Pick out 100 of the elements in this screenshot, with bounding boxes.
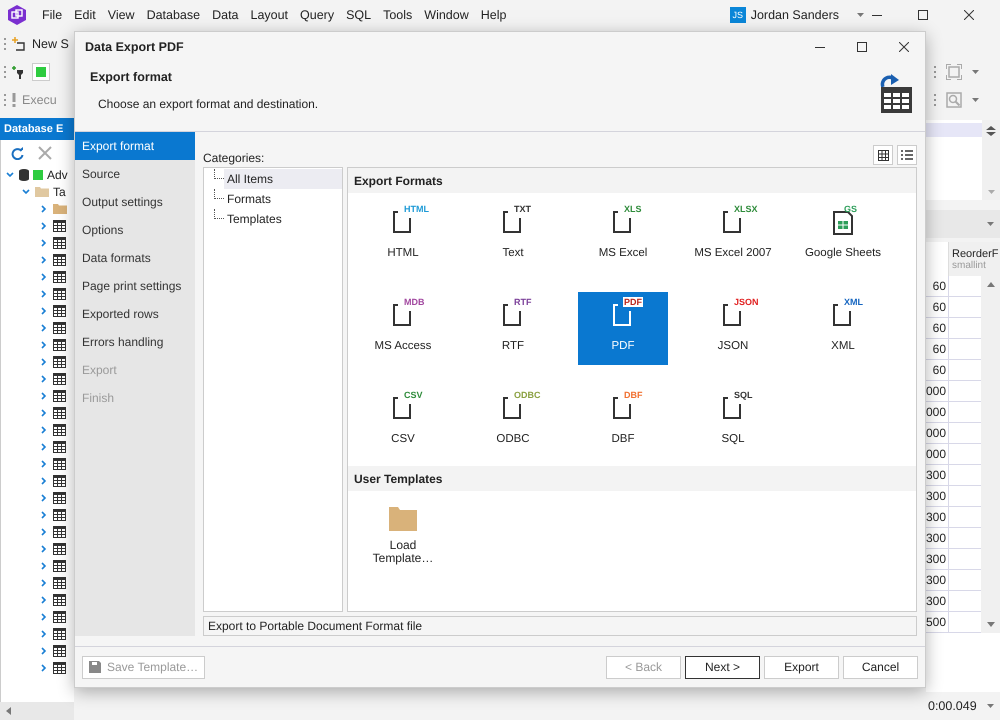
chevron-right-icon[interactable] [41,256,47,264]
app-logo-icon[interactable] [8,5,26,25]
format-tile[interactable]: SQL SQL [688,385,778,458]
chevron-right-icon[interactable] [41,442,47,450]
close-icon[interactable] [964,10,974,20]
menu-item[interactable]: Tools [377,8,418,22]
user-name[interactable]: Jordan Sanders [750,8,839,22]
menu-item[interactable]: File [36,8,68,22]
chevron-right-icon[interactable] [41,222,47,230]
chevron-right-icon[interactable] [41,340,47,348]
new-script-icon[interactable] [12,37,26,51]
user-avatar[interactable]: JS [730,7,746,23]
format-tile[interactable]: TXT Text [468,199,558,272]
chevron-right-icon[interactable] [41,306,47,314]
format-tile[interactable]: MDB MS Access [358,292,448,365]
close-icon[interactable] [899,42,909,52]
exclamation-icon[interactable] [12,93,16,107]
chevron-down-icon[interactable] [22,188,30,194]
chevron-right-icon[interactable] [41,204,47,212]
grid-view-button[interactable] [873,145,893,165]
tree-item[interactable]: Ta [53,184,66,198]
chevron-right-icon[interactable] [41,272,47,280]
caret-icon[interactable] [972,70,979,74]
scroll-left-icon[interactable] [6,707,11,715]
scroll-up-icon[interactable] [987,282,995,287]
scroll-down-icon[interactable] [987,622,995,627]
wizard-step[interactable]: Output settings [75,188,195,216]
chevron-right-icon[interactable] [41,578,47,586]
wizard-step[interactable]: Options [75,216,195,244]
chevron-right-icon[interactable] [41,426,47,434]
menu-item[interactable]: Data [206,8,244,22]
wizard-button[interactable]: Cancel [843,656,918,678]
connection-selector[interactable] [32,63,50,81]
chevron-right-icon[interactable] [41,374,47,382]
scrollbar[interactable] [0,702,74,720]
menu-item[interactable]: Database [140,8,206,22]
menu-item[interactable]: Window [418,8,475,22]
wizard-step[interactable]: Export format [75,132,195,160]
format-tile[interactable]: XLSX MS Excel 2007 [688,199,778,272]
maximize-icon[interactable] [918,10,928,20]
list-view-button[interactable] [897,145,917,165]
toolbar-button[interactable]: New S [32,37,69,51]
caret-icon[interactable] [986,704,994,708]
menu-item[interactable]: Layout [244,8,294,22]
chevron-right-icon[interactable] [41,358,47,366]
chevron-right-icon[interactable] [41,596,47,604]
chevron-right-icon[interactable] [41,528,47,536]
scrollbar[interactable] [981,276,1000,633]
chevron-right-icon[interactable] [41,646,47,654]
wizard-step[interactable]: Exported rows [75,300,195,328]
format-tile[interactable]: HTML HTML [358,199,448,272]
format-tile[interactable]: PDF PDF [578,292,668,365]
chevron-right-icon[interactable] [41,630,47,638]
chevron-right-icon[interactable] [41,664,47,672]
chevron-right-icon[interactable] [41,290,47,298]
format-tile[interactable]: CSV CSV [358,385,448,458]
chevron-right-icon[interactable] [41,408,47,416]
chevron-right-icon[interactable] [41,510,47,518]
chevron-right-icon[interactable] [41,562,47,570]
wizard-step[interactable]: Source [75,160,195,188]
caret-icon[interactable] [857,13,864,17]
category-item[interactable]: All Items [224,169,342,189]
menu-item[interactable]: Help [474,8,512,22]
category-item[interactable]: Formats [224,189,342,209]
format-tile[interactable]: DBF DBF [578,385,668,458]
wizard-step[interactable]: Data formats [75,244,195,272]
format-tile[interactable]: RTF RTF [468,292,558,365]
plug-icon[interactable] [12,65,26,79]
spin-icon[interactable] [986,126,996,136]
column-header[interactable]: ReorderF [952,248,1000,260]
chevron-right-icon[interactable] [41,544,47,552]
tree-item[interactable]: Adv [47,168,68,182]
wizard-button[interactable]: Next > [685,656,760,678]
category-item[interactable]: Templates [224,209,342,229]
chevron-right-icon[interactable] [41,476,47,484]
format-tile[interactable]: GS Google Sheets [798,199,888,272]
menu-item[interactable]: View [102,8,141,22]
chevron-right-icon[interactable] [41,392,47,400]
template-tile[interactable]: Load Template… [358,497,448,570]
format-tile[interactable]: ODBC ODBC [468,385,558,458]
wizard-button[interactable]: Export [764,656,839,678]
chevron-right-icon[interactable] [41,494,47,502]
refresh-icon[interactable] [11,146,24,160]
chevron-down-icon[interactable] [6,172,14,178]
folder-icon [53,203,67,214]
format-tile[interactable]: XLS MS Excel [578,199,668,272]
chevron-right-icon[interactable] [41,460,47,468]
chevron-right-icon[interactable] [41,612,47,620]
wizard-step[interactable]: Errors handling [75,328,195,356]
wizard-step[interactable]: Page print settings [75,272,195,300]
format-tile[interactable]: XML XML [798,292,888,365]
format-tile[interactable]: JSON JSON [688,292,778,365]
menu-item[interactable]: Query [294,8,340,22]
menu-item[interactable]: SQL [340,8,378,22]
caret-icon[interactable] [987,222,994,226]
maximize-icon[interactable] [857,42,867,52]
caret-icon[interactable] [972,98,979,102]
chevron-right-icon[interactable] [41,238,47,246]
menu-item[interactable]: Edit [68,8,102,22]
chevron-right-icon[interactable] [41,324,47,332]
